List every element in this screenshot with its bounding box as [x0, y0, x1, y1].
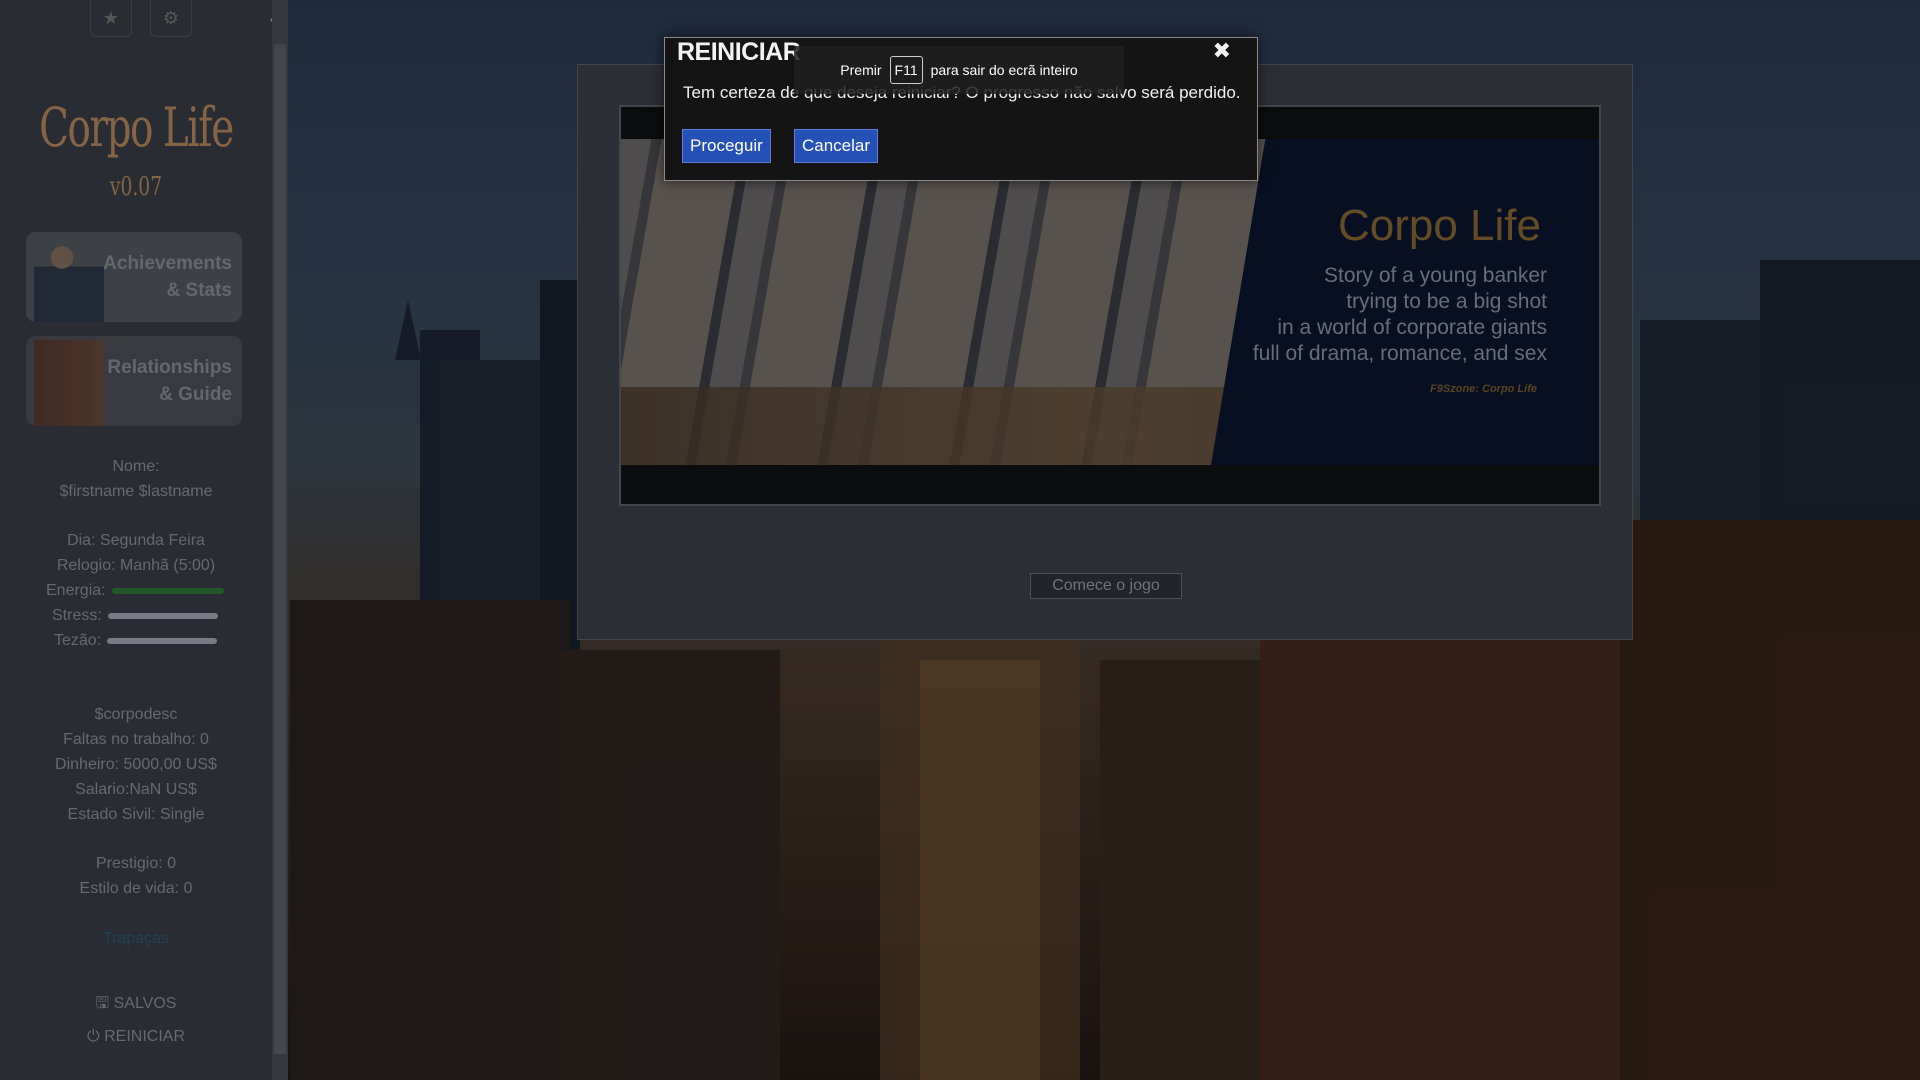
f11-key: F11: [889, 56, 923, 84]
proceed-button[interactable]: Proceguir: [682, 129, 771, 163]
fullscreen-prefix: Premir: [840, 62, 882, 78]
close-icon[interactable]: ✖: [1213, 38, 1231, 64]
fullscreen-suffix: para sair do ecrã inteiro: [930, 62, 1078, 78]
cancel-button[interactable]: Cancelar: [794, 129, 879, 163]
fullscreen-notice: Premir F11 para sair do ecrã inteiro: [794, 46, 1124, 94]
dialog-title: REINICIAR: [677, 38, 801, 66]
